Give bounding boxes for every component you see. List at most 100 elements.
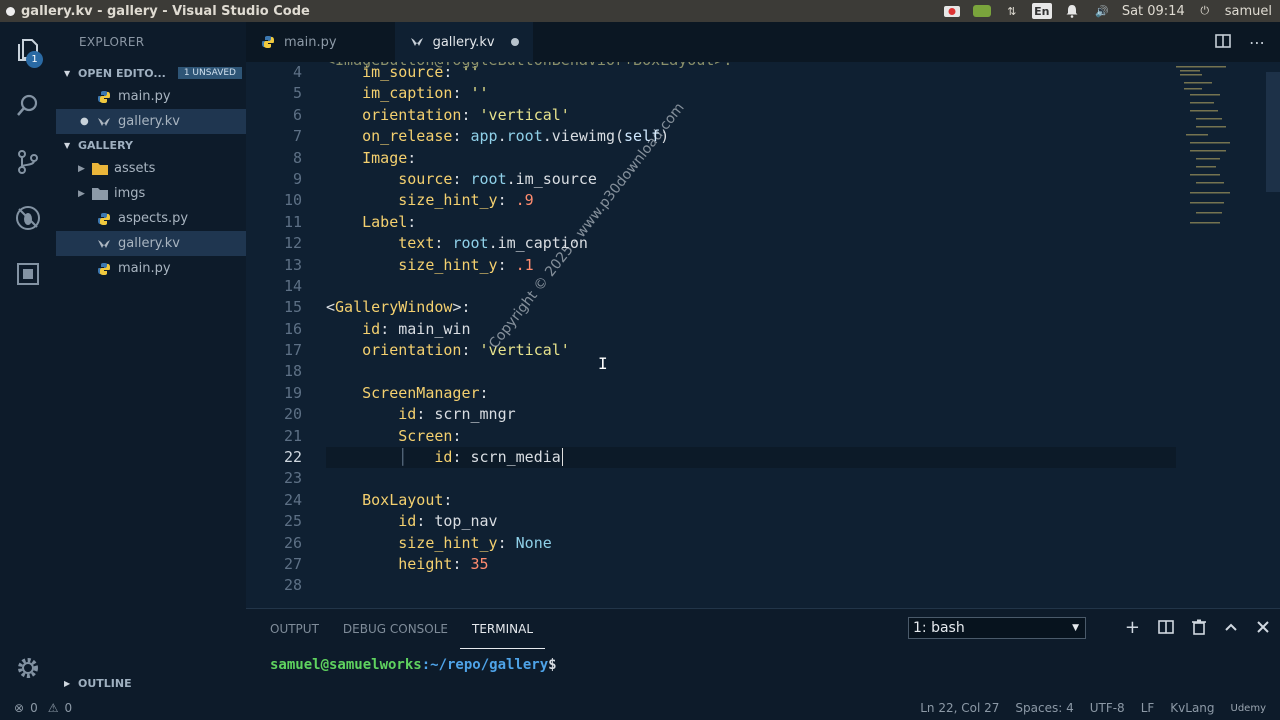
code-area[interactable]: <ImageButton@ToggleButtonBehavior+BoxLay…: [326, 62, 1176, 597]
volume-icon[interactable]: 🔊: [1092, 3, 1112, 19]
tab-label: gallery.kv: [432, 34, 495, 50]
open-editor-item-gallery-kv[interactable]: ● gallery.kv: [56, 109, 246, 134]
line-number: 22: [283, 448, 302, 467]
tab-output[interactable]: OUTPUT: [258, 609, 331, 649]
prompt-symbol: $: [548, 657, 557, 673]
line-number: 13: [283, 255, 302, 274]
tree-item-main-py[interactable]: main.py: [56, 256, 246, 281]
open-editors-section[interactable]: ▼ OPEN EDITO... 1 UNSAVED: [56, 62, 246, 84]
folder-icon: [92, 186, 108, 202]
terminal-prompt[interactable]: samuel@samuelworks:~/repo/gallery$: [270, 657, 557, 673]
chevron-down-icon: ▼: [64, 68, 71, 78]
extensions-icon: [17, 263, 39, 285]
line-number: 20: [283, 405, 302, 424]
line-number: 21: [283, 426, 302, 445]
split-editor-icon[interactable]: [1215, 33, 1231, 52]
gallery-folder-section[interactable]: ▼ GALLERY: [56, 134, 246, 156]
activity-bar: 1: [0, 22, 56, 696]
tree-item-gallery-kv[interactable]: gallery.kv: [56, 231, 246, 256]
unsaved-dot-icon[interactable]: ●: [80, 116, 96, 127]
os-top-bar: gallery.kv - gallery - Visual Studio Cod…: [0, 0, 1280, 22]
trash-icon[interactable]: [1192, 619, 1206, 639]
tab-main-py[interactable]: main.py: [246, 22, 395, 62]
code-line: BoxLayout:: [362, 490, 453, 509]
tab-terminal[interactable]: TERMINAL: [460, 609, 546, 649]
close-icon[interactable]: [1256, 619, 1270, 639]
warning-icon: ⚠: [47, 701, 59, 715]
debug-activity[interactable]: [0, 190, 56, 246]
search-icon: [17, 94, 38, 116]
power-icon[interactable]: ⏻: [1195, 3, 1215, 19]
open-editor-item-main-py[interactable]: main.py: [56, 84, 246, 109]
window-title: gallery.kv - gallery - Visual Studio Cod…: [21, 3, 310, 19]
chevron-down-icon: ▼: [64, 140, 71, 150]
more-actions-icon[interactable]: ⋯: [1249, 33, 1266, 52]
indentation[interactable]: Spaces: 4: [1015, 701, 1073, 715]
code-line: Label:: [362, 212, 417, 231]
plus-icon[interactable]: +: [1125, 619, 1140, 639]
open-editor-label: gallery.kv: [118, 114, 180, 129]
problems-indicator[interactable]: ⊗ 0 ⚠ 0: [0, 701, 72, 715]
code-editor[interactable]: 4 5 6 7 8 9 10 11 12 13 14 15 16 17 18 19 20 21 22 23 24 25 26…: [246, 62, 1280, 608]
sidebar-title: EXPLORER: [79, 35, 145, 49]
search-activity[interactable]: [0, 78, 56, 134]
extensions-activity[interactable]: [0, 246, 56, 302]
manage-gear[interactable]: [0, 640, 56, 696]
code-line: on_release: app.root.viewimg(self): [362, 127, 670, 146]
explorer-badge: 1: [26, 51, 43, 68]
terminal-select[interactable]: 1: bash ▼: [908, 617, 1086, 639]
language-mode[interactable]: KvLang: [1170, 701, 1214, 715]
chevron-right-icon: ▶: [78, 188, 85, 199]
tree-item-aspects-py[interactable]: aspects.py: [56, 206, 246, 231]
outline-section[interactable]: ▶ OUTLINE: [56, 670, 246, 696]
kivy-icon: [96, 114, 112, 130]
keyboard-language-indicator[interactable]: En: [1031, 3, 1052, 19]
cursor-position[interactable]: Ln 22, Col 27: [920, 701, 999, 715]
explorer-sidebar: EXPLORER ▼ OPEN EDITO... 1 UNSAVED main.…: [56, 22, 246, 696]
code-line: orientation: 'vertical': [362, 341, 570, 360]
encoding[interactable]: UTF-8: [1090, 701, 1125, 715]
line-number: 12: [283, 234, 302, 253]
vertical-scrollbar[interactable]: [1266, 72, 1280, 192]
user-name[interactable]: samuel: [1225, 4, 1272, 19]
tree-item-label: imgs: [114, 186, 146, 201]
tab-debug-console[interactable]: DEBUG CONSOLE: [331, 609, 460, 649]
tree-item-label: aspects.py: [118, 211, 189, 226]
unsaved-badge: 1 UNSAVED: [177, 67, 242, 79]
screen-record-icon[interactable]: [942, 3, 962, 19]
code-line: source: root.im_source: [398, 169, 597, 188]
debug-icon: [16, 206, 40, 230]
tree-item-imgs[interactable]: ▶ imgs: [56, 181, 246, 206]
code-line: orientation: 'vertical': [362, 105, 570, 124]
window-close-dot[interactable]: [6, 6, 15, 16]
line-ending[interactable]: LF: [1141, 701, 1155, 715]
python-icon: [96, 261, 112, 277]
error-count: 0: [30, 701, 38, 715]
minimap[interactable]: [1176, 62, 1256, 242]
network-icon[interactable]: ⇅: [1002, 3, 1022, 19]
unsaved-dot-icon[interactable]: [510, 38, 519, 46]
code-line: <GalleryWindow>:: [326, 298, 471, 317]
line-number: 26: [283, 533, 302, 552]
notification-icon[interactable]: [1062, 3, 1082, 19]
line-number: 24: [283, 490, 302, 509]
terminal-select-value: 1: bash: [913, 620, 965, 636]
clock[interactable]: Sat 09:14: [1122, 4, 1185, 19]
line-number: 17: [283, 341, 302, 360]
gear-icon: [18, 658, 38, 678]
udemy-logo: Udemy: [1230, 702, 1266, 714]
chevron-up-icon[interactable]: [1224, 619, 1238, 639]
warning-count: 0: [64, 701, 73, 715]
line-number: 28: [283, 576, 302, 595]
split-terminal-icon[interactable]: [1158, 619, 1174, 639]
tab-gallery-kv[interactable]: gallery.kv: [394, 22, 533, 62]
explorer-activity[interactable]: 1: [0, 22, 56, 78]
app-tray-icon[interactable]: [972, 3, 992, 19]
line-number-gutter: 4 5 6 7 8 9 10 11 12 13 14 15 16 17 18 19 20 21 22 23 24 25 26…: [246, 62, 302, 597]
tree-item-assets[interactable]: ▶ assets: [56, 156, 246, 181]
python-icon: [96, 89, 112, 105]
outline-label: OUTLINE: [78, 676, 132, 690]
line-number: 9: [292, 169, 302, 188]
source-control-activity[interactable]: [0, 134, 56, 190]
